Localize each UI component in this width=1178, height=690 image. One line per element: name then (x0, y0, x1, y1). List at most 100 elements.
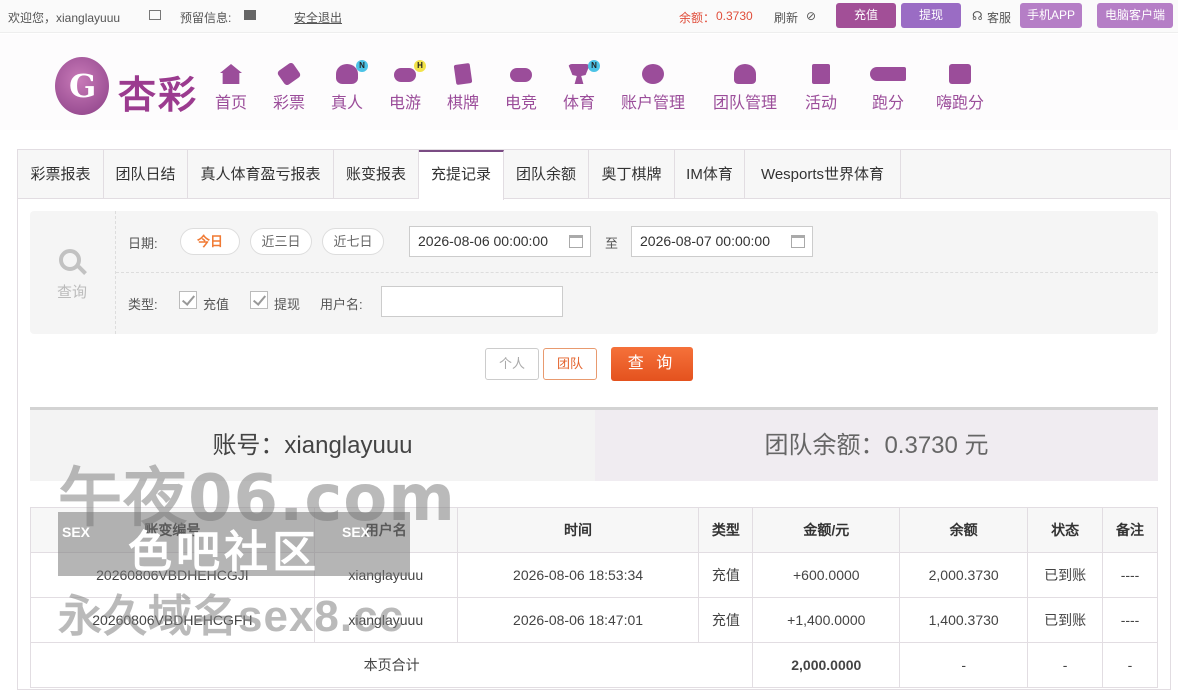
recharge-checkbox-label: 充值 (203, 297, 230, 312)
team-button[interactable]: 团队 (543, 348, 597, 380)
username-label: 用户名: (320, 297, 363, 312)
calendar-icon[interactable] (791, 235, 805, 248)
table-row: 20260806VBDHEHCGJI xianglayuuu 2026-08-0… (30, 552, 1158, 598)
nav-sports[interactable]: N 体育 (563, 60, 600, 113)
running-icon (869, 63, 907, 85)
nav-live-dealer[interactable]: N 真人 (331, 60, 368, 113)
calendar-icon[interactable] (569, 235, 583, 248)
nav-promotions[interactable]: 活动 (805, 63, 837, 113)
records-table: 账变编号 用户名 时间 类型 金额/元 余额 状态 备注 20260806VBD… (29, 507, 1158, 688)
tab-deposit-withdraw-records[interactable]: 充提记录 (419, 150, 504, 200)
last-7-days-button[interactable]: 近七日 (322, 228, 384, 255)
header-cell: 余额 (899, 507, 1029, 553)
search-area: 查询 (30, 211, 116, 334)
record-note: ---- (1102, 597, 1158, 643)
header-cell: 时间 (456, 507, 700, 553)
record-time: 2026-08-06 18:47:01 (456, 597, 700, 643)
record-id: 20260806VBDHEHCGFH (30, 597, 315, 643)
recharge-checkbox[interactable] (179, 291, 197, 309)
hi-icon (948, 63, 972, 85)
nav-cards[interactable]: 棋牌 (447, 62, 479, 113)
logout-link[interactable]: 安全退出 (294, 9, 342, 26)
nav-team-management[interactable]: 团队管理 (713, 63, 777, 113)
gift-icon (809, 63, 833, 85)
live-dealer-icon: N (335, 60, 368, 85)
page-total-note: - (1102, 642, 1158, 688)
account-icon (641, 63, 665, 85)
nav-esports[interactable]: 电竞 (505, 63, 537, 113)
header-cell: 用户名 (313, 507, 458, 553)
username-input[interactable] (381, 286, 563, 317)
record-status: 已到账 (1027, 597, 1104, 643)
reserved-info-label: 预留信息: (180, 11, 232, 25)
pc-client-button[interactable]: 电脑客户端 (1097, 3, 1173, 28)
logo-text[interactable]: 杏彩 (118, 64, 198, 119)
tab-live-sports-pl[interactable]: 真人体育盈亏报表 (188, 150, 334, 199)
last-3-days-button[interactable]: 近三日 (250, 228, 312, 255)
record-user: xianglayuuu (313, 597, 458, 643)
personal-button[interactable]: 个人 (485, 348, 539, 380)
edit-icon[interactable] (244, 10, 256, 20)
nav-running-score[interactable]: 跑分 (869, 63, 907, 113)
tab-wesports[interactable]: Wesports世界体育 (745, 150, 901, 199)
trophy-icon: N (567, 60, 600, 85)
esports-icon (509, 63, 533, 85)
type-label: 类型: (128, 297, 158, 312)
date-label: 日期: (128, 236, 158, 251)
record-balance: 1,400.3730 (899, 597, 1029, 643)
report-panel: 彩票报表 团队日结 真人体育盈亏报表 账变报表 充提记录 团队余额 奥丁棋牌 I… (17, 149, 1171, 690)
header-cell: 状态 (1027, 507, 1104, 553)
page-total-amount: 2,000.0000 (752, 642, 901, 688)
record-time: 2026-08-06 18:53:34 (456, 552, 700, 598)
today-button[interactable]: 今日 (180, 228, 240, 255)
main-header: G 杏彩 首页 彩票 N 真人 H 电游 棋牌 电竞 N 体育 账户管理 团队管… (0, 34, 1178, 130)
withdraw-button[interactable]: 提现 (901, 3, 961, 28)
record-balance: 2,000.3730 (899, 552, 1029, 598)
search-label: 查询 (57, 284, 88, 301)
refresh-link[interactable]: 刷新 (774, 9, 798, 26)
mobile-app-button[interactable]: 手机APP (1020, 3, 1082, 28)
recharge-button[interactable]: 充值 (836, 3, 896, 28)
header-cell: 类型 (698, 507, 754, 553)
nav-home[interactable]: 首页 (215, 63, 247, 113)
record-amount: +600.0000 (752, 552, 901, 598)
record-type: 充值 (698, 597, 754, 643)
record-id: 20260806VBDHEHCGJI (30, 552, 315, 598)
tab-lottery-report[interactable]: 彩票报表 (18, 150, 104, 199)
tab-team-balance[interactable]: 团队余额 (504, 150, 589, 199)
page-total-status: - (1027, 642, 1104, 688)
date-to-field[interactable]: 2026-08-07 00:00:00 (631, 226, 813, 257)
nav-slots[interactable]: H 电游 (389, 60, 426, 113)
tab-team-daily[interactable]: 团队日结 (104, 150, 188, 199)
nav-account-management[interactable]: 账户管理 (621, 63, 685, 113)
page-total-label: 本页合计 (29, 642, 754, 688)
customer-service-link[interactable]: 客服 (987, 9, 1011, 26)
record-status: 已到账 (1027, 552, 1104, 598)
record-type: 充值 (698, 552, 754, 598)
table-footer-row: 本页合计 2,000.0000 - - - (29, 642, 1158, 688)
header-cell: 账变编号 (30, 507, 315, 553)
query-button[interactable]: 查 询 (611, 347, 693, 381)
report-tabs: 彩票报表 团队日结 真人体育盈亏报表 账变报表 充提记录 团队余额 奥丁棋牌 I… (18, 150, 1170, 200)
summary-bar: 账号：xianglayuuu 团队余额：0.3730 元 (30, 407, 1158, 481)
record-amount: +1,400.0000 (752, 597, 901, 643)
filter-box: 查询 日期: 今日 近三日 近七日 2026-08-06 00:00:00 至 … (30, 211, 1158, 334)
mail-icon[interactable] (149, 10, 161, 20)
hide-balance-icon[interactable]: ⊘ (806, 9, 816, 23)
nav-lottery[interactable]: 彩票 (273, 61, 305, 113)
date-from-field[interactable]: 2026-08-06 00:00:00 (409, 226, 591, 257)
nav-hi-running-score[interactable]: 嗨跑分 (936, 63, 984, 113)
withdraw-checkbox[interactable] (250, 291, 268, 309)
headset-icon: ☊ (972, 9, 983, 23)
logo-emblem[interactable]: G (55, 57, 109, 115)
tab-account-change[interactable]: 账变报表 (334, 150, 419, 199)
tab-im-sports[interactable]: IM体育 (675, 150, 745, 199)
team-icon (733, 63, 757, 85)
cards-icon (451, 62, 475, 86)
table-header-row: 账变编号 用户名 时间 类型 金额/元 余额 状态 备注 (30, 507, 1158, 553)
record-note: ---- (1102, 552, 1158, 598)
welcome-text: 欢迎您，xianglayuuu (8, 11, 121, 25)
balance-label: 余额： (679, 11, 716, 25)
tab-odin-cards[interactable]: 奥丁棋牌 (589, 150, 675, 199)
header-cell: 金额/元 (752, 507, 901, 553)
